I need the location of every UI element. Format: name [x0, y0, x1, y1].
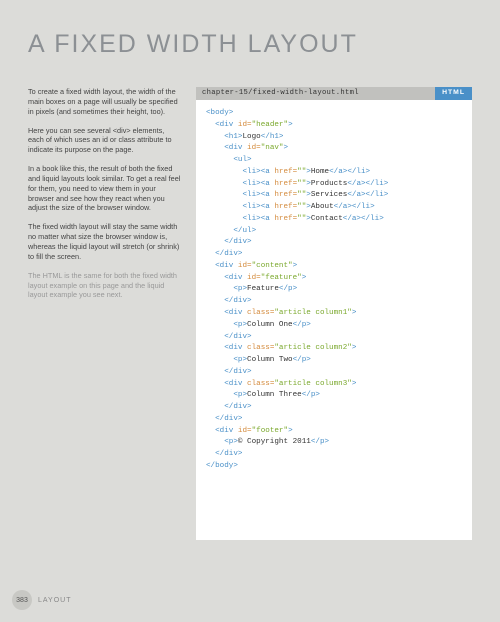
- language-badge: HTML: [435, 87, 472, 100]
- two-column-layout: To create a fixed width layout, the widt…: [28, 87, 472, 540]
- page-title: A FIXED WIDTH LAYOUT: [28, 30, 472, 59]
- paragraph: The HTML is the same for both the fixed …: [28, 271, 182, 301]
- paragraph: The fixed width layout will stay the sam…: [28, 222, 182, 261]
- filename-label: chapter-15/fixed-width-layout.html: [196, 87, 365, 100]
- page-footer: 383 LAYOUT: [12, 590, 72, 610]
- file-bar: chapter-15/fixed-width-layout.html HTML: [196, 87, 472, 100]
- explanatory-text: To create a fixed width layout, the widt…: [28, 87, 182, 540]
- code-area: chapter-15/fixed-width-layout.html HTML …: [196, 87, 472, 540]
- paragraph: In a book like this, the result of both …: [28, 164, 182, 213]
- section-label: LAYOUT: [38, 597, 72, 604]
- page-number: 383: [12, 590, 32, 610]
- paragraph: Here you can see several <div> elements,…: [28, 126, 182, 156]
- paragraph: To create a fixed width layout, the widt…: [28, 87, 182, 117]
- code-listing: <body> <div id="header"> <h1>Logo</h1> <…: [196, 100, 472, 540]
